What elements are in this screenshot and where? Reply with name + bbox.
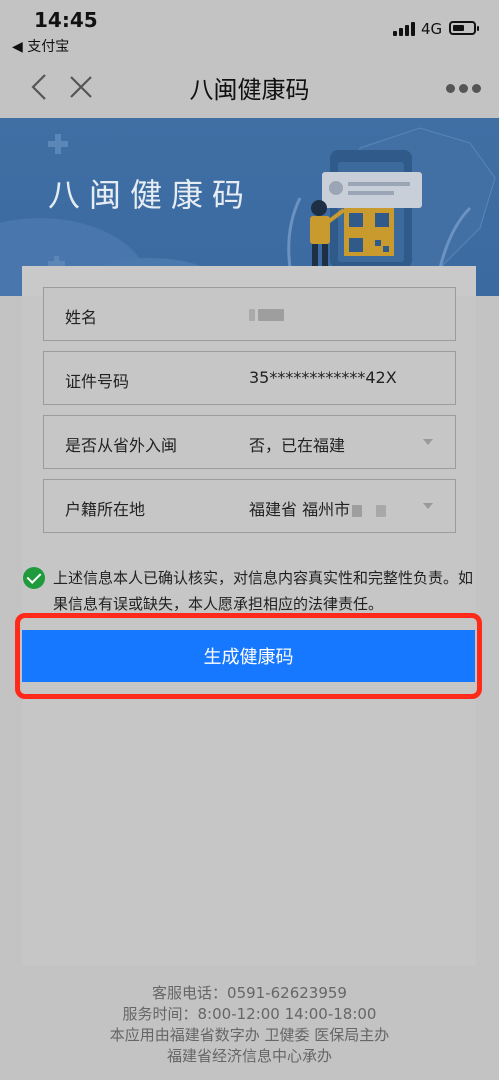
from-outside-province-value: 否，已在福建 — [249, 436, 346, 455]
network-type: 4G — [421, 20, 443, 38]
id-number-label: 证件号码 — [65, 372, 130, 391]
status-time: 14:45 — [34, 8, 98, 32]
banner-title: 八闽健康码 — [48, 176, 254, 214]
chevron-down-icon — [423, 503, 433, 509]
battery-icon — [449, 21, 479, 35]
status-bar: 14:45 ◀ 支付宝 4G — [0, 0, 499, 58]
id-number-value: 35************42X — [249, 368, 397, 387]
footer-line: 福建省经济信息中心承办 — [166, 1047, 332, 1065]
nav-bar: 八闽健康码 — [0, 58, 499, 118]
confirm-statement: 上述信息本人已确认核实，对信息内容真实性和完整性负责。如果信息有误或缺失，本人愿… — [53, 569, 474, 613]
from-outside-province-label: 是否从省外入闽 — [65, 436, 178, 455]
back-to-app-link[interactable]: ◀ 支付宝 — [12, 36, 69, 56]
signal-icon — [393, 22, 415, 36]
page-title: 八闽健康码 — [189, 76, 310, 104]
footer-line: 服务时间：8:00-12:00 14:00-18:00 — [122, 1005, 377, 1023]
footer-info: 客服电话：0591-62623959 服务时间：8:00-12:00 14:00… — [0, 983, 499, 1067]
confirm-check-icon[interactable] — [23, 567, 45, 589]
more-options-icon[interactable] — [446, 84, 482, 94]
household-location-label: 户籍所在地 — [65, 500, 146, 519]
footer-line: 本应用由福建省数字办 卫健委 医保局主办 — [109, 1026, 390, 1044]
name-value — [249, 304, 284, 323]
id-number-field[interactable]: 证件号码 35************42X — [43, 351, 456, 405]
name-field[interactable]: 姓名 — [43, 287, 456, 341]
chevron-down-icon — [423, 439, 433, 445]
footer-line: 客服电话：0591-62623959 — [152, 984, 347, 1002]
name-label: 姓名 — [65, 308, 98, 327]
household-location-select[interactable]: 户籍所在地 福建省 福州市 — [43, 479, 456, 533]
from-outside-province-select[interactable]: 是否从省外入闽 否，已在福建 — [43, 415, 456, 469]
generate-health-code-button[interactable]: 生成健康码 — [22, 630, 475, 682]
household-location-value: 福建省 福州市 — [249, 496, 387, 520]
